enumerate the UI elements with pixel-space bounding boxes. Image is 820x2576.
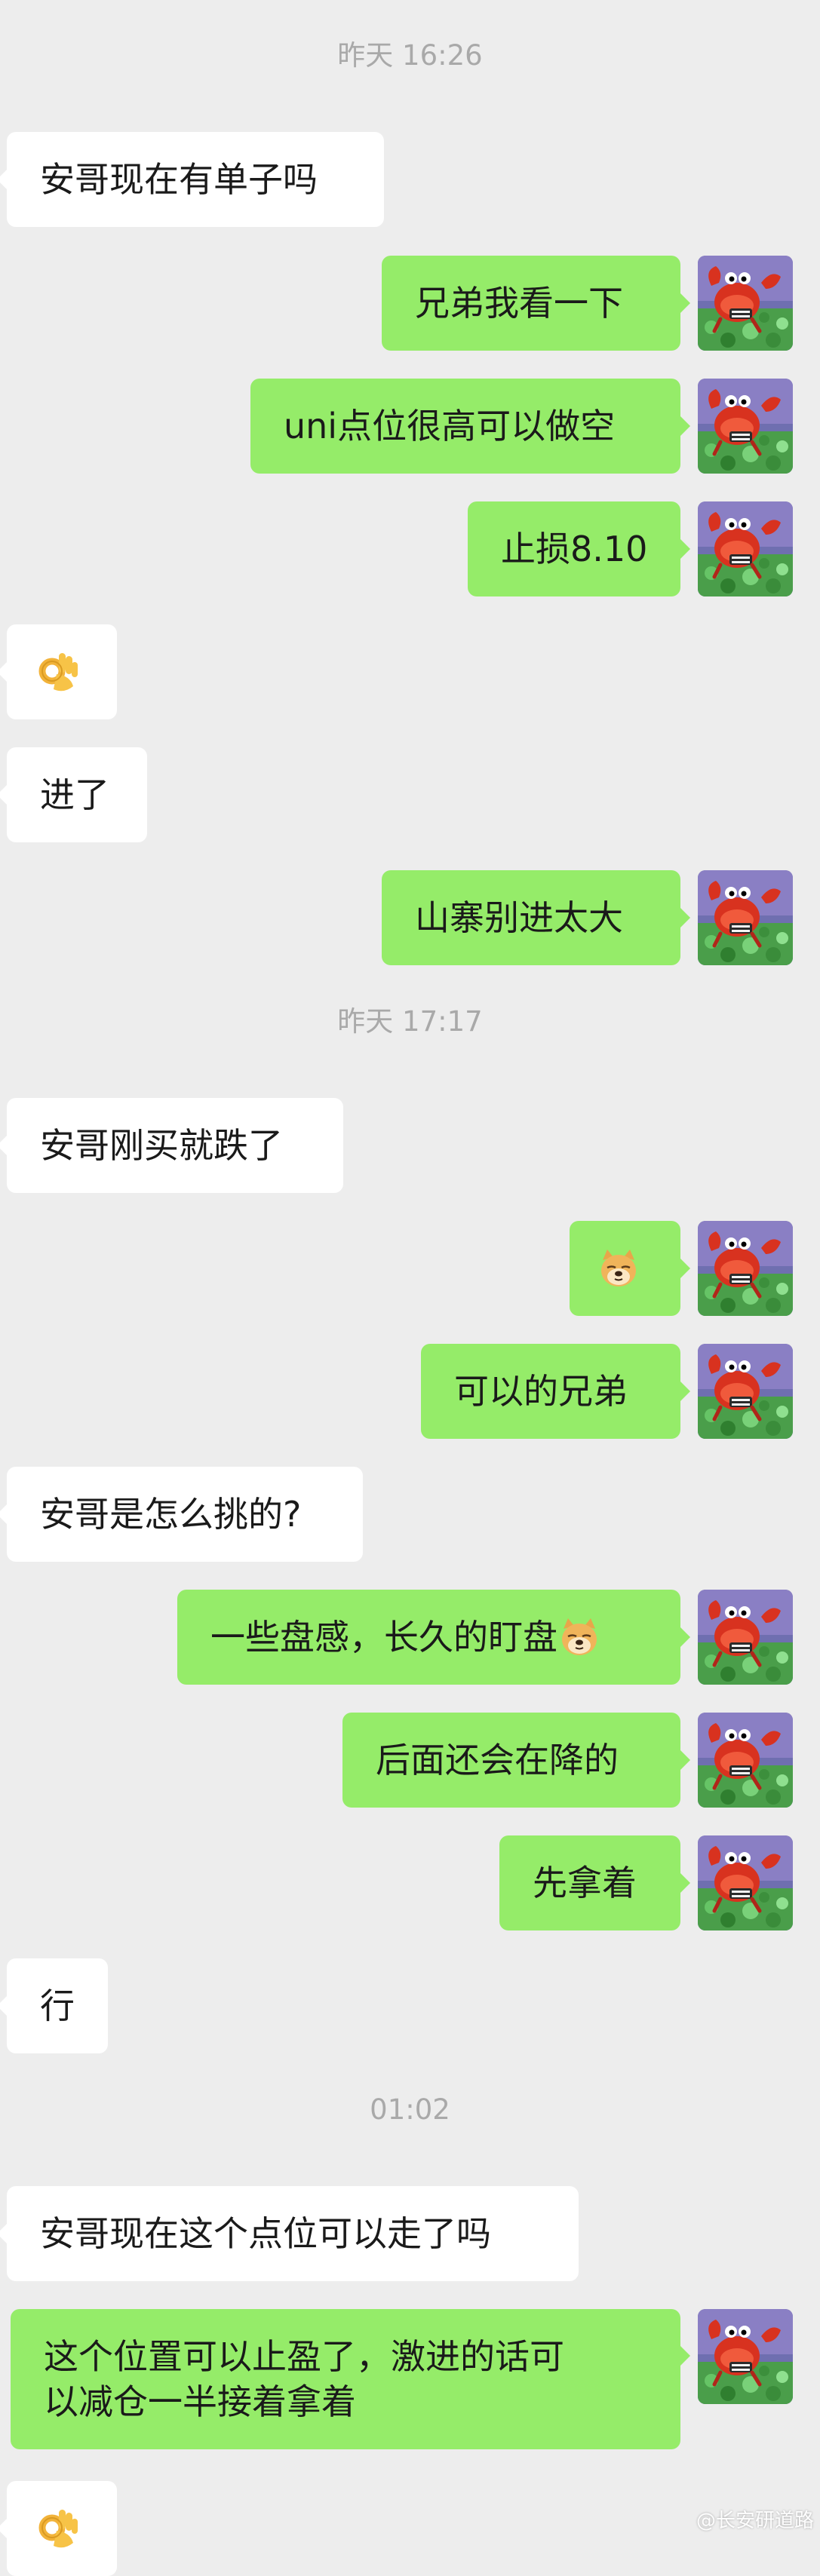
avatar-self[interactable] — [698, 1835, 793, 1930]
avatar-self[interactable] — [698, 870, 793, 965]
avatar-self[interactable] — [698, 256, 793, 351]
message-bubble-outgoing[interactable]: 先拿着 — [499, 1835, 690, 1930]
avatar-self[interactable] — [698, 379, 793, 474]
message-bubble-incoming[interactable]: 安哥现在这个点位可以走了吗 — [0, 2186, 579, 2281]
timestamp: 昨天 17:17 — [337, 1005, 483, 1038]
avatar-self[interactable] — [698, 1590, 793, 1685]
message-bubble-outgoing[interactable]: 一些盘感，长久的盯盘 — [177, 1590, 690, 1685]
timestamp: 昨天 16:26 — [337, 39, 483, 72]
message-bubble-incoming[interactable]: 安哥是怎么挑的? — [0, 1467, 363, 1562]
message-bubble-incoming[interactable] — [0, 2481, 117, 2576]
ok-hand-emoji-icon — [34, 649, 81, 695]
doge-emoji-icon — [557, 1615, 601, 1659]
message-bubble-outgoing[interactable]: 兄弟我看一下 — [382, 256, 690, 351]
avatar-self[interactable] — [698, 1713, 793, 1808]
message-text: 这个位置可以止盈了，激进的话可 以减仓一半接着拿着 — [44, 2336, 564, 2422]
message-bubble-incoming[interactable]: 安哥刚买就跌了 — [0, 1098, 343, 1193]
message-bubble-incoming[interactable]: 安哥现在有单子吗 — [0, 132, 384, 227]
message-bubble-outgoing[interactable]: 止损8.10 — [468, 501, 690, 596]
message-bubble-incoming[interactable]: 行 — [0, 1958, 108, 2053]
chat-area[interactable]: 昨天 16:26 安哥现在有单子吗 兄弟我看一下 uni点位很高可以做空 止损8 — [0, 0, 820, 2576]
ok-hand-emoji-icon — [34, 2505, 81, 2552]
message-bubble-incoming[interactable] — [0, 624, 117, 719]
message-bubble-outgoing[interactable]: 后面还会在降的 — [342, 1713, 690, 1808]
message-bubble-outgoing[interactable]: 可以的兄弟 — [421, 1344, 690, 1439]
avatar-self[interactable] — [698, 1221, 793, 1316]
message-bubble-outgoing[interactable] — [570, 1221, 690, 1316]
message-bubble-outgoing[interactable]: uni点位很高可以做空 — [250, 379, 690, 474]
message-text: 一些盘感，长久的盯盘 — [210, 1617, 557, 1658]
avatar-self[interactable] — [698, 501, 793, 596]
watermark: @长安研道路 — [696, 2510, 814, 2532]
avatar-self[interactable] — [698, 1344, 793, 1439]
doge-emoji-icon — [597, 1247, 640, 1290]
avatar-self[interactable] — [698, 2309, 793, 2404]
message-bubble-outgoing[interactable]: 山寨别进太大 — [382, 870, 690, 965]
message-bubble-outgoing[interactable]: 这个位置可以止盈了，激进的话可 以减仓一半接着拿着 — [11, 2309, 690, 2449]
timestamp: 01:02 — [370, 2093, 450, 2126]
message-bubble-incoming[interactable]: 进了 — [0, 747, 147, 842]
